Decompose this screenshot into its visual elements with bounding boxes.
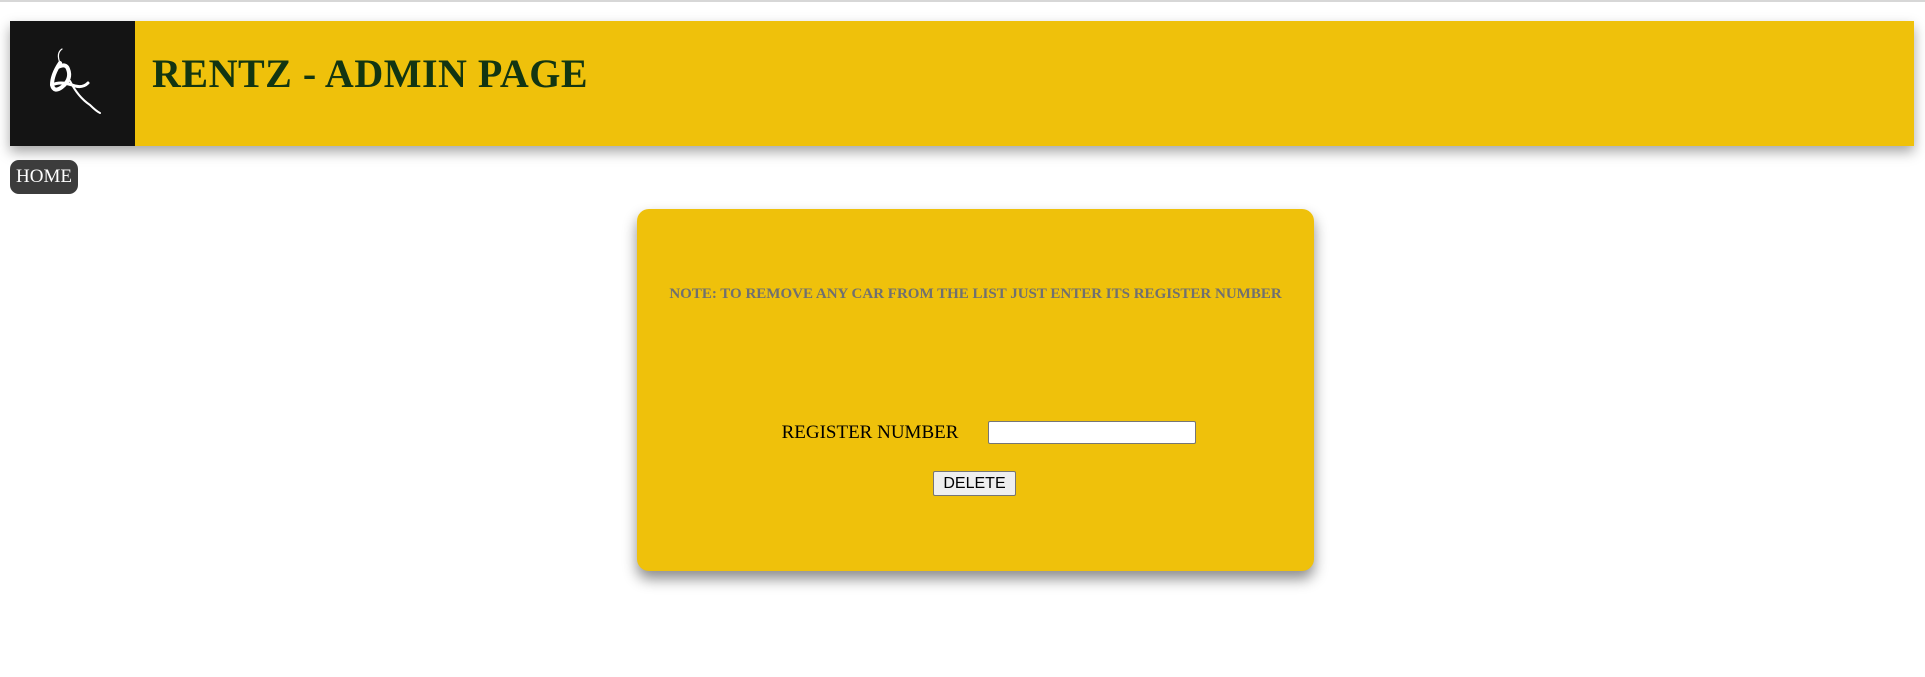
rentz-logo-icon xyxy=(38,41,108,126)
register-number-row: REGISTER NUMBER xyxy=(637,421,1314,444)
register-number-input[interactable] xyxy=(988,421,1197,444)
page-title: RENTZ - ADMIN PAGE xyxy=(152,51,589,96)
page-header: RENTZ - ADMIN PAGE xyxy=(10,21,1914,146)
logo xyxy=(10,21,135,146)
top-divider xyxy=(0,0,1925,2)
delete-car-card: NOTE: TO REMOVE ANY CAR FROM THE LIST JU… xyxy=(637,209,1314,571)
home-button[interactable]: HOME xyxy=(10,160,78,194)
delete-button[interactable]: DELETE xyxy=(933,471,1016,496)
register-number-label: REGISTER NUMBER xyxy=(781,421,959,443)
instruction-note: NOTE: TO REMOVE ANY CAR FROM THE LIST JU… xyxy=(669,286,1282,302)
